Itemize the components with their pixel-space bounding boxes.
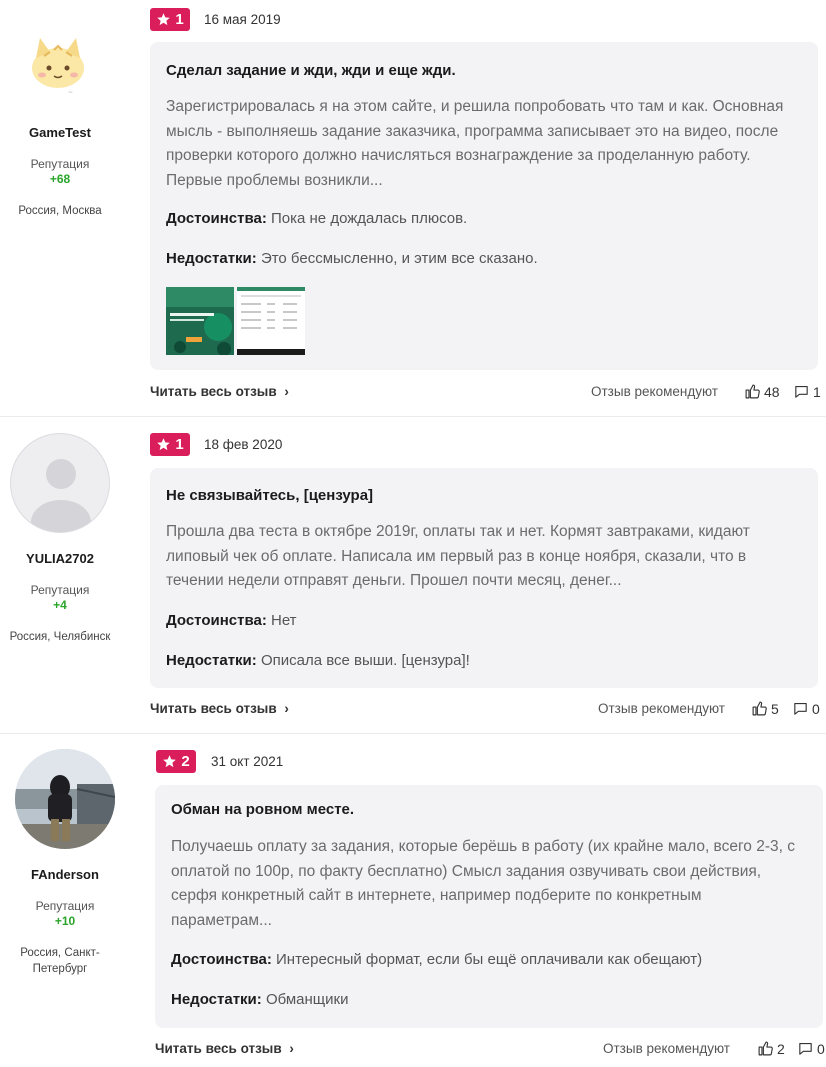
comment-icon <box>795 385 808 398</box>
reputation-label: Репутация <box>35 899 95 913</box>
recommend-label: Отзыв рекомендуют <box>598 701 725 716</box>
review-cons: Недостатки: Это бессмысленно, и этим все… <box>166 250 538 267</box>
review-pros: Достоинства: Интересный формат, если бы … <box>171 951 702 968</box>
website-screenshot-image <box>166 287 234 355</box>
star-icon <box>163 755 177 768</box>
comment-icon <box>799 1042 812 1055</box>
comment-icon <box>794 702 807 715</box>
review-text: Зарегистрировалась я на этом сайте, и ре… <box>166 98 784 189</box>
comment-count: 1 <box>813 383 821 400</box>
review-photo-thumbnail[interactable] <box>237 287 305 355</box>
svg-text:~: ~ <box>68 89 73 96</box>
author-name[interactable]: YULIA2702 <box>0 551 120 566</box>
chevron-right-icon: › <box>284 701 289 716</box>
review-pros: Достоинства: Пока не дождалась плюсов. <box>166 210 467 227</box>
author-location: Россия, Челябинск <box>9 631 111 643</box>
cons-label: Недостатки: <box>166 250 257 267</box>
star-icon <box>157 438 171 451</box>
read-full-review-link[interactable]: Читать весь отзыв › <box>150 384 289 399</box>
reputation-value: +10 <box>54 914 76 928</box>
read-full-review-link[interactable]: Читать весь отзыв › <box>155 1041 294 1056</box>
thumbs-up-icon <box>752 701 767 716</box>
author-name[interactable]: FAnderson <box>5 867 125 882</box>
rating-badge: 1 <box>150 8 190 31</box>
comments-button[interactable]: 0 <box>792 700 820 717</box>
cons-text: Это бессмысленно, и этим все сказано. <box>260 250 538 267</box>
cons-text: Описала все выши. [цензура]! <box>260 652 470 669</box>
thumbs-up-icon <box>745 384 760 399</box>
review-date: 18 фев 2020 <box>204 437 283 452</box>
rating-badge: 1 <box>150 433 190 456</box>
review-item: YULIA2702 Репутация +4 Россия, Челябинск… <box>0 417 826 733</box>
review-date: 16 мая 2019 <box>204 12 281 27</box>
review-title[interactable]: Не связывайтесь, [цензура] <box>166 487 373 504</box>
review-item: ~ GameTest Репутация +68 Россия, Москва … <box>0 0 826 416</box>
like-count: 5 <box>771 700 779 717</box>
chevron-right-icon: › <box>284 384 289 399</box>
read-more-label: Читать весь отзыв <box>150 701 277 716</box>
pros-label: Достоинства: <box>171 951 272 968</box>
review-title[interactable]: Обман на ровном месте. <box>171 801 354 818</box>
review-date: 31 окт 2021 <box>211 754 284 769</box>
like-button[interactable]: 5 <box>751 700 779 717</box>
recommend-label: Отзыв рекомендуют <box>603 1041 730 1056</box>
review-text: Прошла два теста в октябре 2019г, оплаты… <box>166 523 750 589</box>
rating-value: 1 <box>175 11 184 28</box>
table-screenshot-image <box>237 287 305 355</box>
cat-avatar-icon: ~ <box>20 28 96 98</box>
read-full-review-link[interactable]: Читать весь отзыв › <box>150 701 289 716</box>
reputation-label: Репутация <box>30 157 90 171</box>
photo-avatar-icon <box>15 749 115 849</box>
review-item: FAnderson Репутация +10 Россия, Санкт-Пе… <box>0 734 826 1067</box>
user-avatar[interactable] <box>10 433 110 533</box>
pros-text: Интересный формат, если бы ещё оплачивал… <box>276 951 703 968</box>
cons-label: Недостатки: <box>171 991 262 1008</box>
comments-button[interactable]: 0 <box>797 1040 825 1057</box>
read-more-label: Читать весь отзыв <box>150 384 277 399</box>
comment-count: 0 <box>812 700 820 717</box>
reputation-value: +4 <box>53 598 67 612</box>
author-location: Россия, Москва <box>18 205 102 217</box>
default-user-avatar-icon <box>31 459 91 532</box>
cons-label: Недостатки: <box>166 652 257 669</box>
user-avatar[interactable]: ~ <box>20 28 96 98</box>
read-more-label: Читать весь отзыв <box>155 1041 282 1056</box>
user-avatar[interactable] <box>15 749 115 849</box>
rating-value: 2 <box>181 753 190 770</box>
author-location: Россия, Санкт-Петербург <box>20 947 100 975</box>
author-name[interactable]: GameTest <box>0 125 120 140</box>
rating-value: 1 <box>175 436 184 453</box>
review-card: Сделал задание и жди, жди и еще жди. Зар… <box>150 42 818 370</box>
review-text: Получаешь оплату за задания, которые бер… <box>171 838 795 929</box>
review-photo-thumbnail[interactable] <box>166 287 234 355</box>
like-count: 2 <box>777 1040 785 1057</box>
like-button[interactable]: 2 <box>757 1040 785 1057</box>
thumbs-up-icon <box>758 1041 773 1056</box>
review-card: Обман на ровном месте. Получаешь оплату … <box>155 785 823 1028</box>
reputation-label: Репутация <box>30 583 90 597</box>
pros-label: Достоинства: <box>166 612 267 629</box>
reputation-value: +68 <box>49 172 71 186</box>
like-button[interactable]: 48 <box>744 383 780 400</box>
review-title[interactable]: Сделал задание и жди, жди и еще жди. <box>166 62 456 79</box>
pros-label: Достоинства: <box>166 210 267 227</box>
cons-text: Обманщики <box>265 991 349 1008</box>
review-card: Не связывайтесь, [цензура] Прошла два те… <box>150 468 818 688</box>
review-cons: Недостатки: Обманщики <box>171 991 348 1008</box>
chevron-right-icon: › <box>289 1041 294 1056</box>
comment-count: 0 <box>817 1040 825 1057</box>
review-cons: Недостатки: Описала все выши. [цензура]! <box>166 652 470 669</box>
recommend-label: Отзыв рекомендуют <box>591 384 718 399</box>
like-count: 48 <box>764 383 780 400</box>
pros-text: Пока не дождалась плюсов. <box>271 210 468 227</box>
rating-badge: 2 <box>156 750 196 773</box>
comments-button[interactable]: 1 <box>793 383 821 400</box>
star-icon <box>157 13 171 26</box>
review-pros: Достоинства: Нет <box>166 612 297 629</box>
pros-text: Нет <box>271 612 297 629</box>
